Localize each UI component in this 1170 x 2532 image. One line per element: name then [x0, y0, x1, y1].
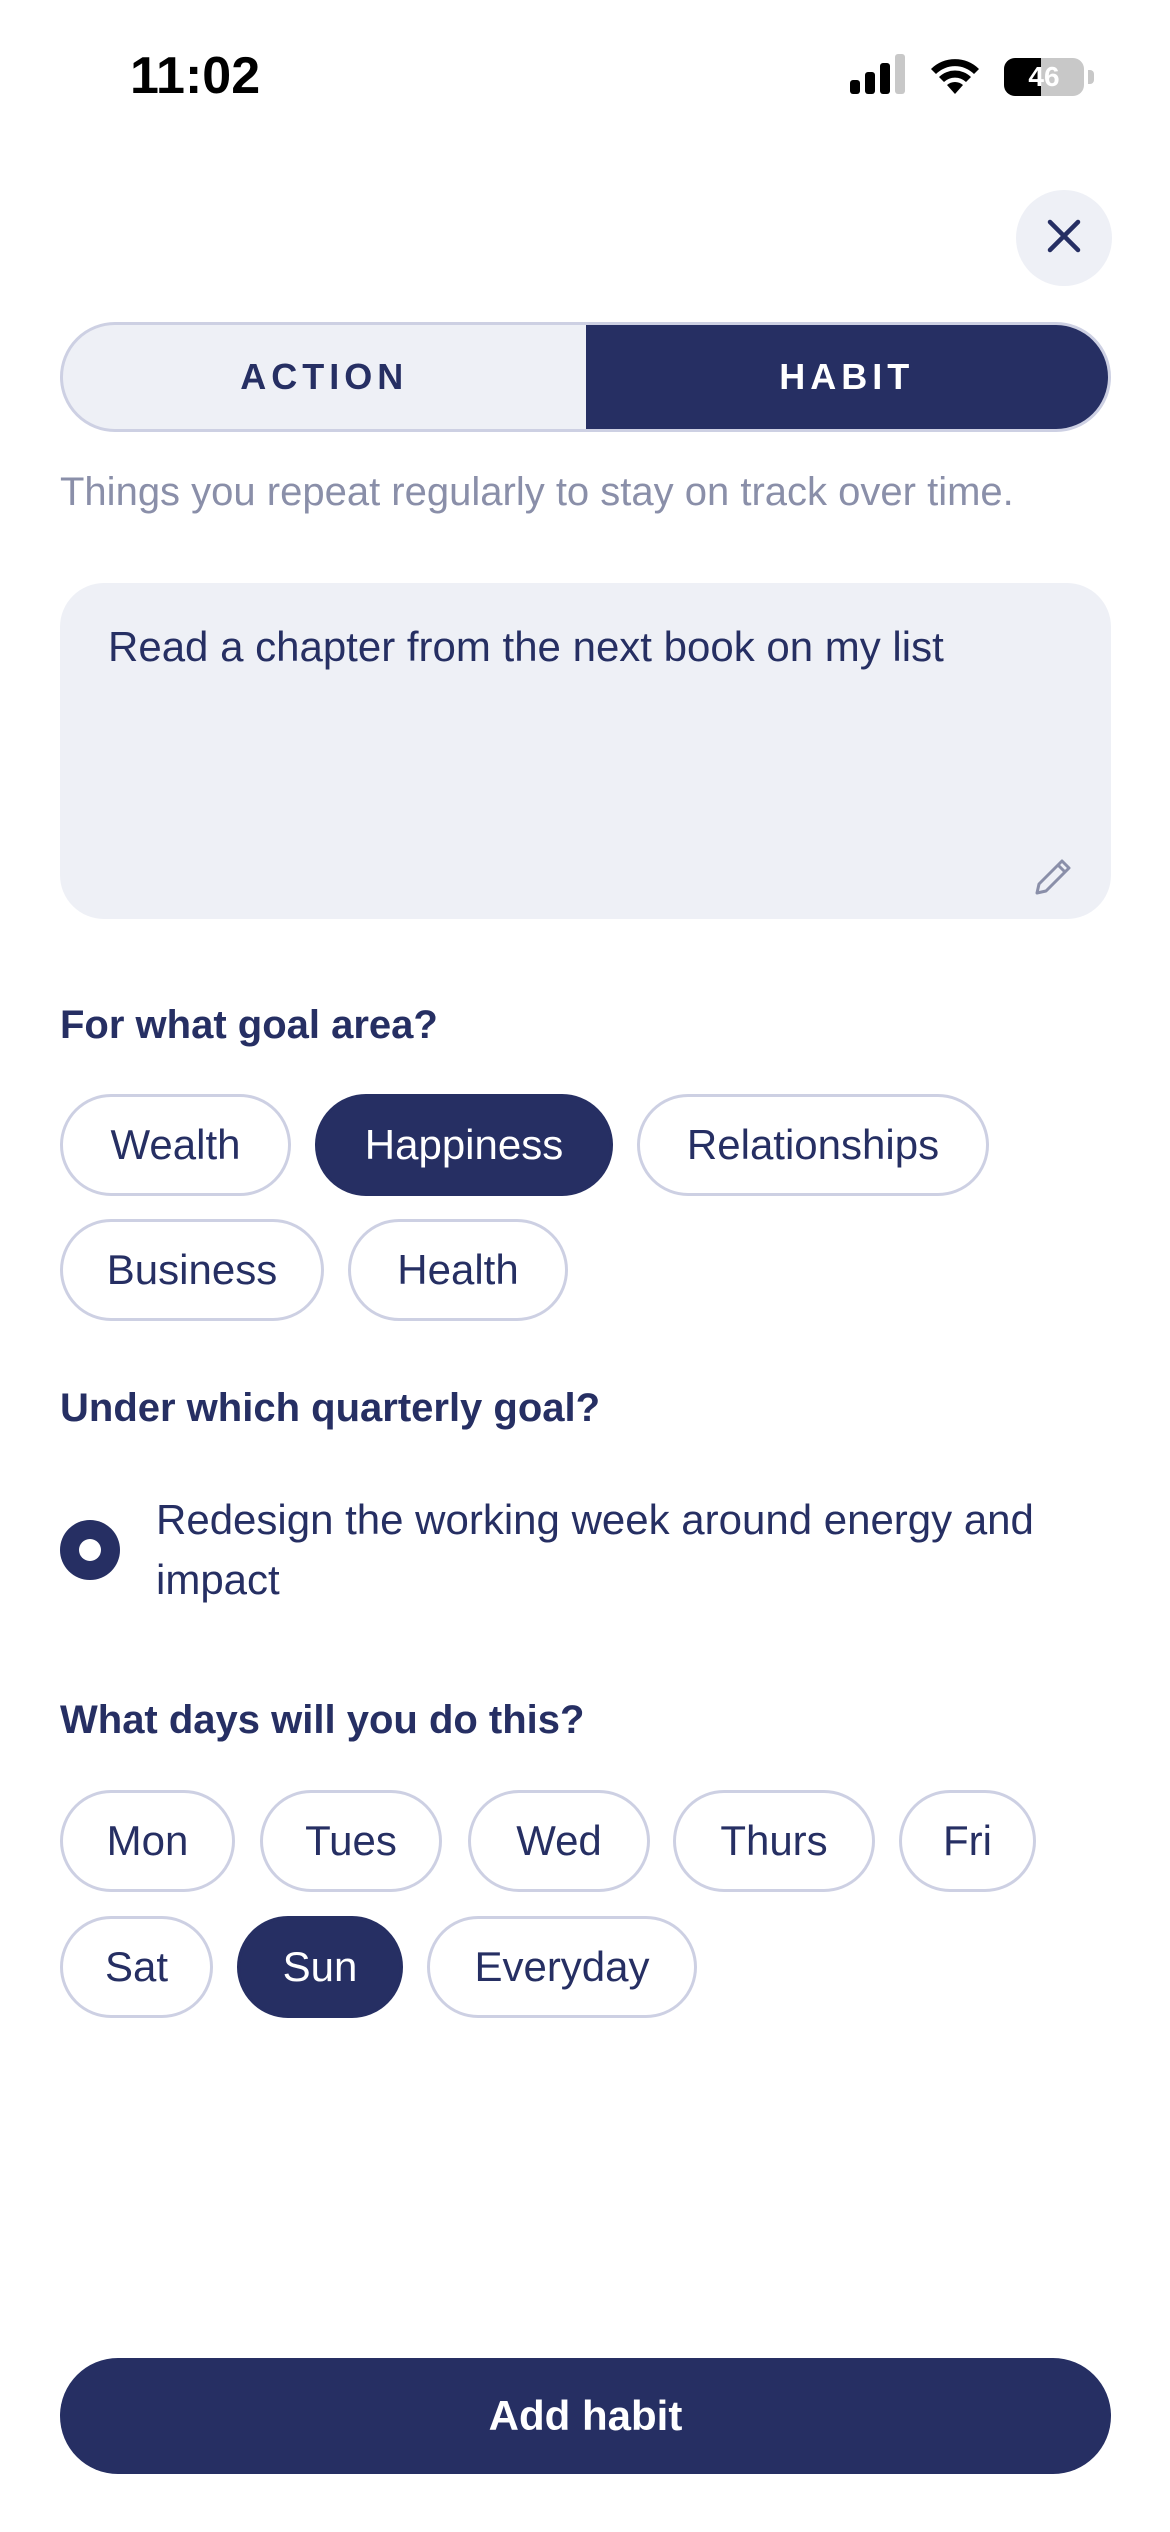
- days-label: What days will you do this?: [60, 1698, 585, 1742]
- goal-chip-wealth[interactable]: Wealth: [60, 1094, 291, 1196]
- quarterly-goal-text: Redesign the working week around energy …: [156, 1496, 1034, 1603]
- habit-text-value: Read a chapter from the next book on my …: [108, 623, 944, 670]
- goal-chip-business[interactable]: Business: [60, 1219, 324, 1321]
- radio-selected-icon[interactable]: [60, 1520, 120, 1580]
- day-chip-thurs[interactable]: Thurs: [673, 1790, 875, 1892]
- mode-description: Things you repeat regularly to stay on t…: [60, 470, 1014, 514]
- status-icons: 46: [850, 54, 1094, 99]
- habit-text-field[interactable]: Read a chapter from the next book on my …: [60, 583, 1111, 919]
- battery-tip: [1088, 69, 1094, 84]
- close-icon: [1046, 218, 1082, 259]
- cellular-signal-icon: [850, 54, 906, 99]
- mode-toggle: ACTION HABIT: [60, 322, 1111, 432]
- day-chip-wed[interactable]: Wed: [468, 1790, 650, 1892]
- close-button[interactable]: [1016, 190, 1112, 286]
- goal-area-label: For what goal area?: [60, 1003, 438, 1047]
- add-habit-screen: 11:02 46 ACTION HABIT Things you repeat …: [0, 0, 1170, 2532]
- tab-habit[interactable]: HABIT: [585, 325, 1108, 429]
- day-chip-sun[interactable]: Sun: [237, 1916, 403, 2018]
- goal-chip-health[interactable]: Health: [348, 1219, 568, 1321]
- day-chip-mon[interactable]: Mon: [60, 1790, 235, 1892]
- add-habit-button[interactable]: Add habit: [60, 2358, 1111, 2474]
- wifi-icon: [928, 54, 982, 99]
- battery-percentage: 46: [1028, 60, 1060, 92]
- day-chip-everyday[interactable]: Everyday: [427, 1916, 697, 2018]
- goal-chip-happiness[interactable]: Happiness: [315, 1094, 613, 1196]
- status-time: 11:02: [130, 47, 261, 105]
- tab-action[interactable]: ACTION: [63, 325, 586, 429]
- goal-chip-relationships[interactable]: Relationships: [637, 1094, 989, 1196]
- day-chip-tues[interactable]: Tues: [260, 1790, 442, 1892]
- battery-icon: 46: [1004, 57, 1084, 96]
- day-chip-sat[interactable]: Sat: [60, 1916, 213, 2018]
- pencil-icon[interactable]: [1029, 853, 1077, 901]
- day-chip-fri[interactable]: Fri: [899, 1790, 1036, 1892]
- quarterly-goal-label: Under which quarterly goal?: [60, 1386, 601, 1430]
